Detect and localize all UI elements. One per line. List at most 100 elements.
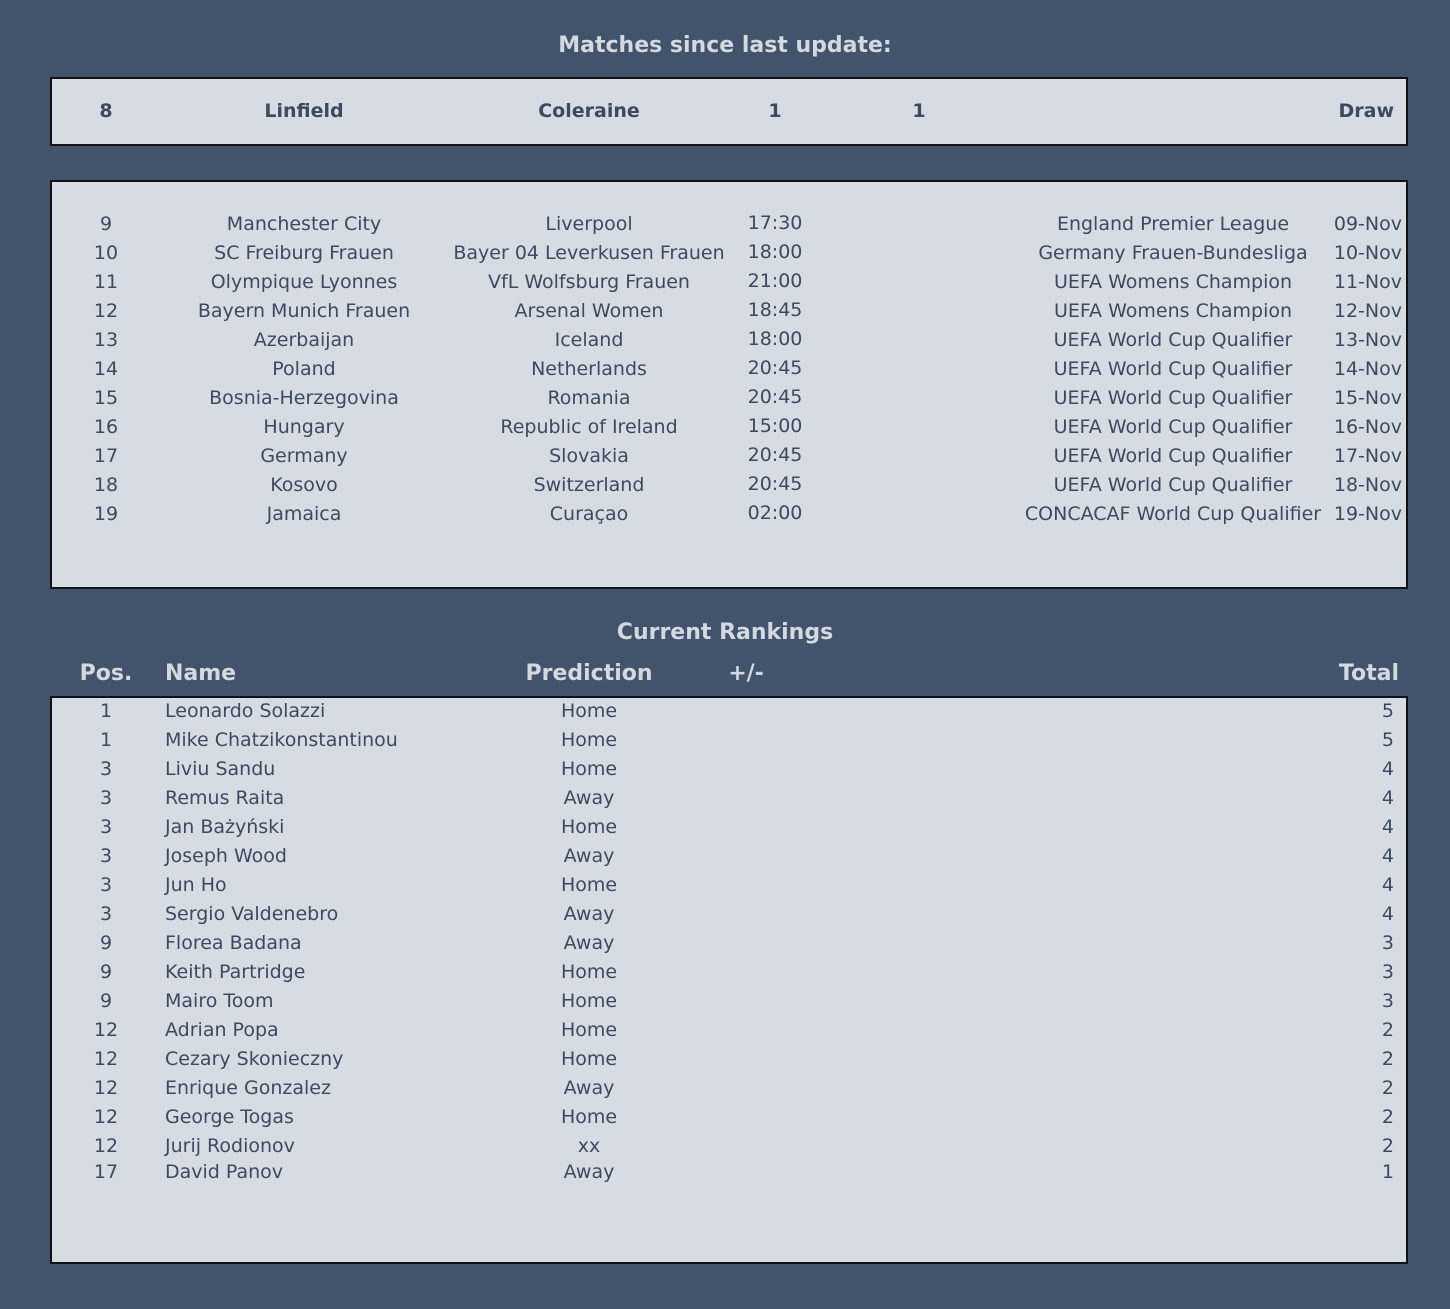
fixture-home-team: Germany	[260, 445, 348, 467]
fixture-time: 18:45	[747, 299, 803, 321]
ranking-prediction: Home	[560, 816, 618, 838]
ranking-row: 12 Jurij Rodionov xx 2	[52, 1135, 1406, 1164]
last-match-panel: 8 Linfield Coleraine 1 1 Draw	[50, 77, 1408, 146]
ranking-position: 3	[99, 845, 113, 867]
ranking-player-name: Enrique Gonzalez	[165, 1077, 331, 1099]
fixture-competition: UEFA World Cup Qualifier	[1053, 474, 1293, 496]
ranking-position: 3	[99, 758, 113, 780]
ranking-player-name: Cezary Skonieczny	[165, 1048, 344, 1070]
fixture-number: 14	[93, 358, 119, 380]
fixture-row: 9 Manchester City Liverpool 17:30 England Pr…	[52, 212, 1406, 242]
fixture-date: 11-Nov	[1333, 271, 1402, 293]
fixture-time: 20:45	[747, 473, 803, 495]
ranking-player-name: Mairo Toom	[165, 990, 274, 1012]
fixture-row: 18 Kosovo Switzerland 20:45 UEFA World Cup Q…	[52, 473, 1406, 503]
fixture-competition: UEFA World Cup Qualifier	[1053, 358, 1293, 380]
last-match-number: 8	[99, 100, 113, 122]
ranking-player-name: Adrian Popa	[165, 1019, 279, 1041]
ranking-prediction: Home	[560, 990, 618, 1012]
fixture-away-team: Switzerland	[533, 474, 645, 496]
fixture-home-team: Jamaica	[266, 503, 342, 525]
fixture-home-team: Azerbaijan	[253, 329, 355, 351]
fixture-number: 15	[93, 387, 119, 409]
fixture-row: 10 SC Freiburg Frauen Bayer 04 Leverkusen …	[52, 241, 1406, 271]
page: { "headings": { "last_update": "Matches …	[0, 0, 1450, 1309]
ranking-player-name: Jun Ho	[165, 874, 227, 896]
ranking-total: 2	[1381, 1019, 1394, 1041]
fixture-time: 20:45	[747, 357, 803, 379]
ranking-total: 3	[1381, 961, 1394, 983]
ranking-row: 12 Enrique Gonzalez Away 2	[52, 1077, 1406, 1106]
fixture-competition: Germany Frauen-Bundesliga	[1038, 242, 1308, 264]
fixture-away-team: VfL Wolfsburg Frauen	[488, 271, 690, 293]
ranking-prediction: Away	[563, 903, 615, 925]
ranking-prediction: Home	[560, 729, 618, 751]
fixture-number: 17	[93, 445, 119, 467]
ranking-total: 2	[1381, 1077, 1394, 1099]
ranking-prediction: Away	[563, 845, 615, 867]
ranking-player-name: Florea Badana	[165, 932, 302, 954]
fixture-row: 13 Azerbaijan Iceland 18:00 UEFA World Cup Q…	[52, 328, 1406, 358]
fixture-time: 18:00	[747, 328, 803, 350]
last-match-away-score: 1	[912, 100, 926, 122]
ranking-prediction: Away	[563, 787, 615, 809]
ranking-position: 12	[93, 1019, 119, 1041]
ranking-row: 12 George Togas Home 2	[52, 1106, 1406, 1135]
fixture-row: 19 Jamaica Curaçao 02:00 CONCACAF World Cup …	[52, 502, 1406, 532]
fixture-home-team: Bayern Munich Frauen	[197, 300, 411, 322]
ranking-total: 4	[1381, 874, 1394, 896]
ranking-row: 9 Mairo Toom Home 3	[52, 990, 1406, 1019]
ranking-row: 3 Jun Ho Home 4	[52, 874, 1406, 903]
fixture-row: 16 Hungary Republic of Ireland 15:00 UEFA Wo…	[52, 415, 1406, 445]
fixture-row: 15 Bosnia-Herzegovina Romania 20:45 UEFA Wor…	[52, 386, 1406, 416]
fixture-away-team: Bayer 04 Leverkusen Frauen	[453, 242, 725, 264]
fixture-date: 09-Nov	[1333, 213, 1402, 235]
ranking-row: 12 Cezary Skonieczny Home 2	[52, 1048, 1406, 1077]
ranking-player-name: Mike Chatzikonstantinou	[165, 729, 398, 751]
fixture-time: 02:00	[747, 502, 803, 524]
fixture-away-team: Liverpool	[545, 213, 633, 235]
rankings-panel: 1 Leonardo Solazzi Home 5 1 Mike Chatzikonsta…	[50, 696, 1408, 1264]
fixture-home-team: Hungary	[263, 416, 345, 438]
ranking-total: 3	[1381, 932, 1394, 954]
ranking-row: 9 Florea Badana Away 3	[52, 932, 1406, 961]
fixture-competition: England Premier League	[1056, 213, 1290, 235]
fixture-home-team: Poland	[272, 358, 336, 380]
ranking-position: 3	[99, 874, 113, 896]
fixture-time: 20:45	[747, 444, 803, 466]
fixture-competition: UEFA World Cup Qualifier	[1053, 387, 1293, 409]
fixture-date: 19-Nov	[1333, 503, 1402, 525]
ranking-position: 3	[99, 787, 113, 809]
ranking-total: 2	[1381, 1135, 1394, 1157]
ranking-total: 4	[1381, 816, 1394, 838]
ranking-row: 3 Liviu Sandu Home 4	[52, 758, 1406, 787]
fixture-away-team: Iceland	[554, 329, 624, 351]
fixture-date: 13-Nov	[1333, 329, 1402, 351]
fixture-number: 10	[93, 242, 119, 264]
fixture-date: 18-Nov	[1333, 474, 1402, 496]
fixture-date: 10-Nov	[1333, 242, 1402, 264]
ranking-player-name: Keith Partridge	[165, 961, 306, 983]
fixture-number: 16	[93, 416, 119, 438]
fixture-away-team: Arsenal Women	[514, 300, 664, 322]
ranking-row: 3 Remus Raita Away 4	[52, 787, 1406, 816]
ranking-total: 5	[1381, 700, 1394, 722]
ranking-total: 5	[1381, 729, 1394, 751]
ranking-position: 1	[99, 729, 113, 751]
ranking-total: 4	[1381, 758, 1394, 780]
rankings-heading: Current Rankings	[616, 620, 834, 645]
fixture-time: 20:45	[747, 386, 803, 408]
last-match-away-team: Coleraine	[538, 100, 640, 122]
ranking-prediction: Home	[560, 1019, 618, 1041]
fixture-row: 11 Olympique Lyonnes VfL Wolfsburg Frauen 2…	[52, 270, 1406, 300]
ranking-player-name: Joseph Wood	[165, 845, 287, 867]
ranking-total: 3	[1381, 990, 1394, 1012]
ranking-row: 3 Jan Bażyński Home 4	[52, 816, 1406, 845]
ranking-prediction: Home	[560, 1106, 618, 1128]
fixture-row: 17 Germany Slovakia 20:45 UEFA World Cup Qua…	[52, 444, 1406, 474]
ranking-player-name: David Panov	[165, 1161, 284, 1183]
ranking-position: 12	[93, 1048, 119, 1070]
fixture-number: 19	[93, 503, 119, 525]
ranking-player-name: Sergio Valdenebro	[165, 903, 339, 925]
ranking-position: 9	[99, 932, 113, 954]
